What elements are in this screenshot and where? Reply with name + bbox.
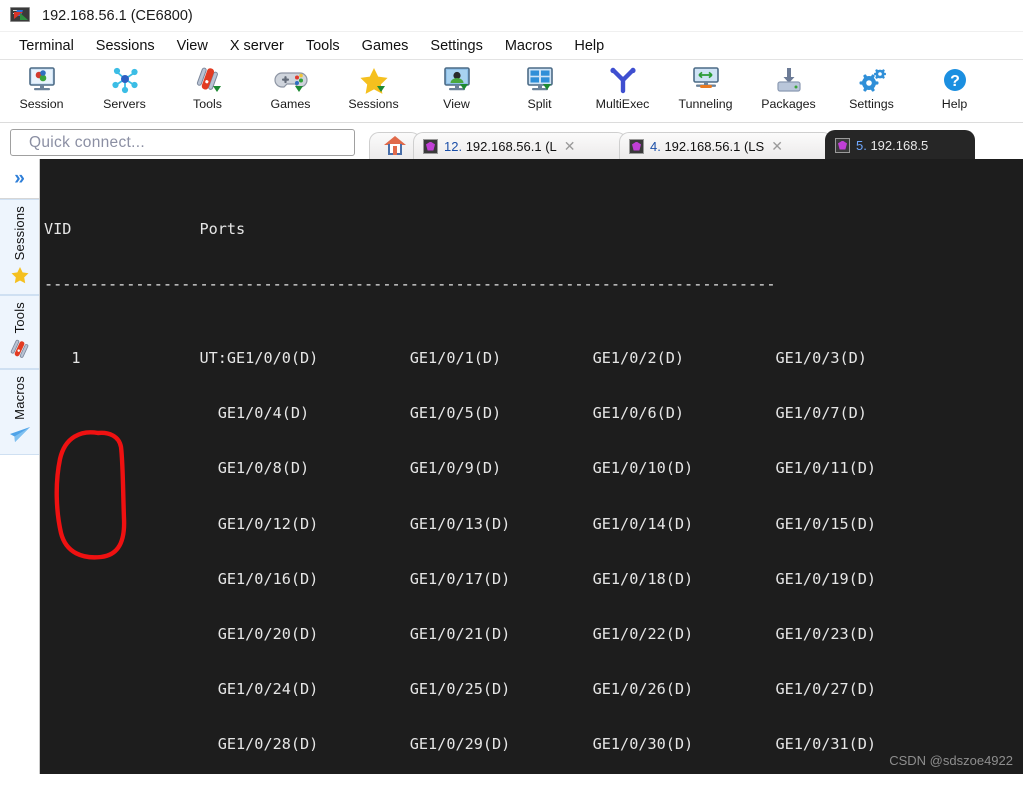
swiss-knife-icon [9, 338, 31, 360]
toolbar-button-tunneling[interactable]: Tunneling [664, 63, 747, 121]
sidebar-label-tools: Tools [12, 302, 27, 334]
annotation-red-circle [54, 430, 127, 560]
home-icon [384, 136, 406, 156]
tab-strip: 12. 192.168.56.1 (L ✕ 4. 192.168.56.1 (L… [369, 123, 1023, 159]
session-gem-icon [629, 138, 644, 154]
toolbar: Session Servers Tools Games Sessions Vie… [0, 60, 1023, 123]
menu-item-sessions[interactable]: Sessions [85, 36, 166, 56]
window-title: 192.168.56.1 (CE6800) [42, 7, 193, 24]
ports-row: GE1/0/16(D) GE1/0/17(D) GE1/0/18(D) GE1/… [44, 569, 877, 588]
help-icon: ? [935, 63, 975, 96]
sidebar: » Sessions Tools Macros [0, 159, 40, 774]
sidebar-label-sessions: Sessions [12, 206, 27, 261]
view-icon [437, 63, 477, 96]
ports-row: GE1/0/20(D) GE1/0/21(D) GE1/0/22(D) GE1/… [44, 625, 877, 644]
toolbar-label-multiexec: MultiExec [595, 97, 650, 111]
tab-session-5[interactable]: 5. 192.168.5 [825, 130, 975, 159]
ports-row: GE1/0/12(D) GE1/0/13(D) GE1/0/14(D) GE1/… [44, 514, 877, 533]
svg-text:?: ? [950, 73, 960, 90]
tab-label-4: 4. 192.168.56.1 (LS [650, 138, 765, 154]
toolbar-button-servers[interactable]: Servers [83, 63, 166, 121]
session-gem-icon [835, 137, 850, 153]
toolbar-label-packages: Packages [761, 97, 816, 111]
sidebar-filler [0, 454, 39, 774]
toolbar-label-session: Session [19, 97, 64, 111]
ports-table-divider: ----------------------------------------… [44, 275, 776, 294]
toolbar-label-servers: Servers [103, 97, 146, 111]
menu-item-x-server[interactable]: X server [219, 36, 295, 56]
toolbar-button-sessions[interactable]: Sessions [332, 63, 415, 121]
menu-item-terminal[interactable]: Terminal [8, 36, 85, 56]
toolbar-button-session[interactable]: Session [0, 63, 83, 121]
toolbar-label-sessions: Sessions [348, 97, 399, 111]
menu-item-help[interactable]: Help [563, 36, 615, 56]
ports-row: GE1/0/4(D) GE1/0/5(D) GE1/0/6(D) GE1/0/7… [44, 404, 867, 423]
toolbar-button-settings[interactable]: Settings [830, 63, 913, 121]
servers-icon [105, 63, 145, 96]
terminal-output[interactable]: VID Ports ------------------------------… [40, 159, 1023, 774]
menu-item-games[interactable]: Games [351, 36, 420, 56]
quick-connect-row: Quick connect... 12. 192.168.56.1 (L ✕ 4… [0, 123, 1023, 159]
settings-gear-icon [852, 63, 892, 96]
mobaxterm-icon [10, 6, 32, 25]
toolbar-label-tunneling: Tunneling [678, 97, 733, 111]
toolbar-label-tools: Tools [193, 97, 222, 111]
multiexec-icon [603, 63, 643, 96]
tab-label-5: 5. 192.168.5 [856, 137, 929, 153]
toolbar-label-help: Help [941, 97, 968, 111]
session-icon [22, 63, 62, 96]
toolbar-button-split[interactable]: Split [498, 63, 581, 121]
sidebar-item-tools[interactable]: Tools [0, 295, 39, 369]
menu-item-view[interactable]: View [166, 36, 219, 56]
tab-session-4[interactable]: 4. 192.168.56.1 (LS ✕ [619, 132, 833, 159]
ports-row: GE1/0/24(D) GE1/0/25(D) GE1/0/26(D) GE1/… [44, 680, 877, 699]
title-bar: 192.168.56.1 (CE6800) [0, 0, 1023, 32]
toolbar-button-packages[interactable]: Packages [747, 63, 830, 121]
toolbar-button-view[interactable]: View [415, 63, 498, 121]
toolbar-button-help[interactable]: ? Help [913, 63, 996, 121]
sessions-star-icon [354, 63, 394, 96]
ports-row: 1 UT:GE1/0/0(D) GE1/0/1(D) GE1/0/2(D) GE… [44, 349, 867, 368]
tab-label-12: 12. 192.168.56.1 (L [444, 138, 557, 154]
split-icon [520, 63, 560, 96]
tunneling-icon [686, 63, 726, 96]
packages-icon [769, 63, 809, 96]
menu-item-tools[interactable]: Tools [295, 36, 351, 56]
toolbar-label-view: View [443, 97, 470, 111]
toolbar-label-settings: Settings [849, 97, 894, 111]
menu-item-settings[interactable]: Settings [419, 36, 493, 56]
games-icon [271, 63, 311, 96]
tools-icon [188, 63, 228, 96]
toolbar-button-tools[interactable]: Tools [166, 63, 249, 121]
session-gem-icon [423, 138, 438, 154]
toolbar-button-games[interactable]: Games [249, 63, 332, 121]
menu-bar: Terminal Sessions View X server Tools Ga… [0, 32, 1023, 60]
main-area: » Sessions Tools Macros VID Ports ------… [0, 159, 1023, 774]
sidebar-expand-icon[interactable]: » [0, 159, 39, 199]
sidebar-item-sessions[interactable]: Sessions [0, 199, 39, 296]
tab-close-icon[interactable]: ✕ [771, 138, 783, 155]
toolbar-label-split: Split [527, 97, 552, 111]
tab-close-icon[interactable]: ✕ [564, 138, 576, 155]
paper-plane-icon [9, 424, 31, 446]
menu-item-macros[interactable]: Macros [494, 36, 564, 56]
tab-session-12[interactable]: 12. 192.168.56.1 (L ✕ [413, 132, 627, 159]
ports-table-header: VID Ports [44, 220, 246, 239]
toolbar-button-multiexec[interactable]: MultiExec [581, 63, 664, 121]
toolbar-label-games: Games [270, 97, 311, 111]
star-icon [10, 264, 30, 286]
quick-connect-input[interactable]: Quick connect... [10, 129, 355, 156]
ports-row: GE1/0/8(D) GE1/0/9(D) GE1/0/10(D) GE1/0/… [44, 459, 877, 478]
sidebar-item-macros[interactable]: Macros [0, 368, 39, 455]
ports-row: GE1/0/28(D) GE1/0/29(D) GE1/0/30(D) GE1/… [44, 735, 877, 754]
watermark: CSDN @sdszoe4922 [889, 752, 1013, 768]
sidebar-label-macros: Macros [12, 375, 27, 420]
